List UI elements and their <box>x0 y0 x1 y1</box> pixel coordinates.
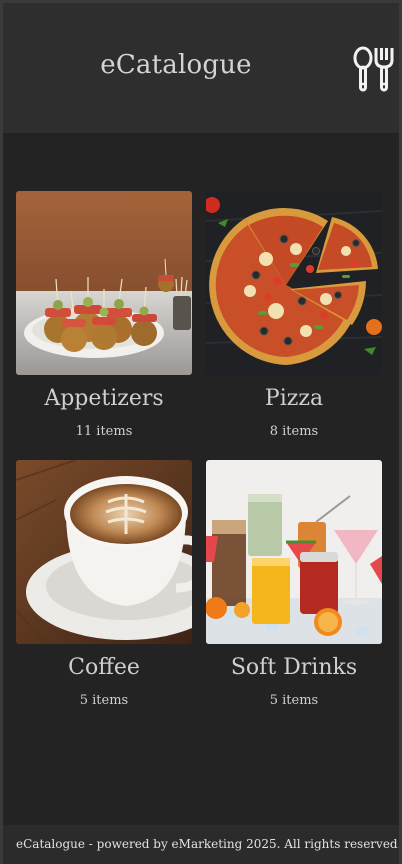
appetizers-image[interactable] <box>16 191 192 375</box>
category-name[interactable]: Coffee <box>16 653 192 683</box>
app-title: eCatalogue <box>100 50 252 80</box>
soft-drinks-image[interactable] <box>206 460 382 644</box>
page-footer: eCatalogue - powered by eMarketing 2025.… <box>0 825 402 864</box>
category-item-count: 8 items <box>269 424 319 439</box>
footer-text: eCatalogue - powered by eMarketing 2025.… <box>16 837 402 851</box>
category-item-count: 5 items <box>269 693 319 708</box>
category-item-count: 5 items <box>79 693 129 708</box>
category-name[interactable]: Pizza <box>206 384 382 414</box>
category-name[interactable]: Soft Drinks <box>206 653 382 683</box>
pizza-image[interactable] <box>206 191 382 375</box>
category-card-pizza[interactable]: Pizza 8 items <box>206 191 382 439</box>
category-name[interactable]: Appetizers <box>16 384 192 414</box>
category-grid: Appetizers 11 items Pizza 8 items Coffee… <box>0 133 402 825</box>
category-card-coffee[interactable]: Coffee 5 items <box>16 460 192 708</box>
category-card-soft-drinks[interactable]: Soft Drinks 5 items <box>206 460 382 708</box>
category-item-count: 11 items <box>75 424 133 439</box>
category-card-appetizers[interactable]: Appetizers 11 items <box>16 191 192 439</box>
utensils-icon[interactable] <box>351 45 397 93</box>
app-header: eCatalogue <box>0 0 402 133</box>
coffee-image[interactable] <box>16 460 192 644</box>
